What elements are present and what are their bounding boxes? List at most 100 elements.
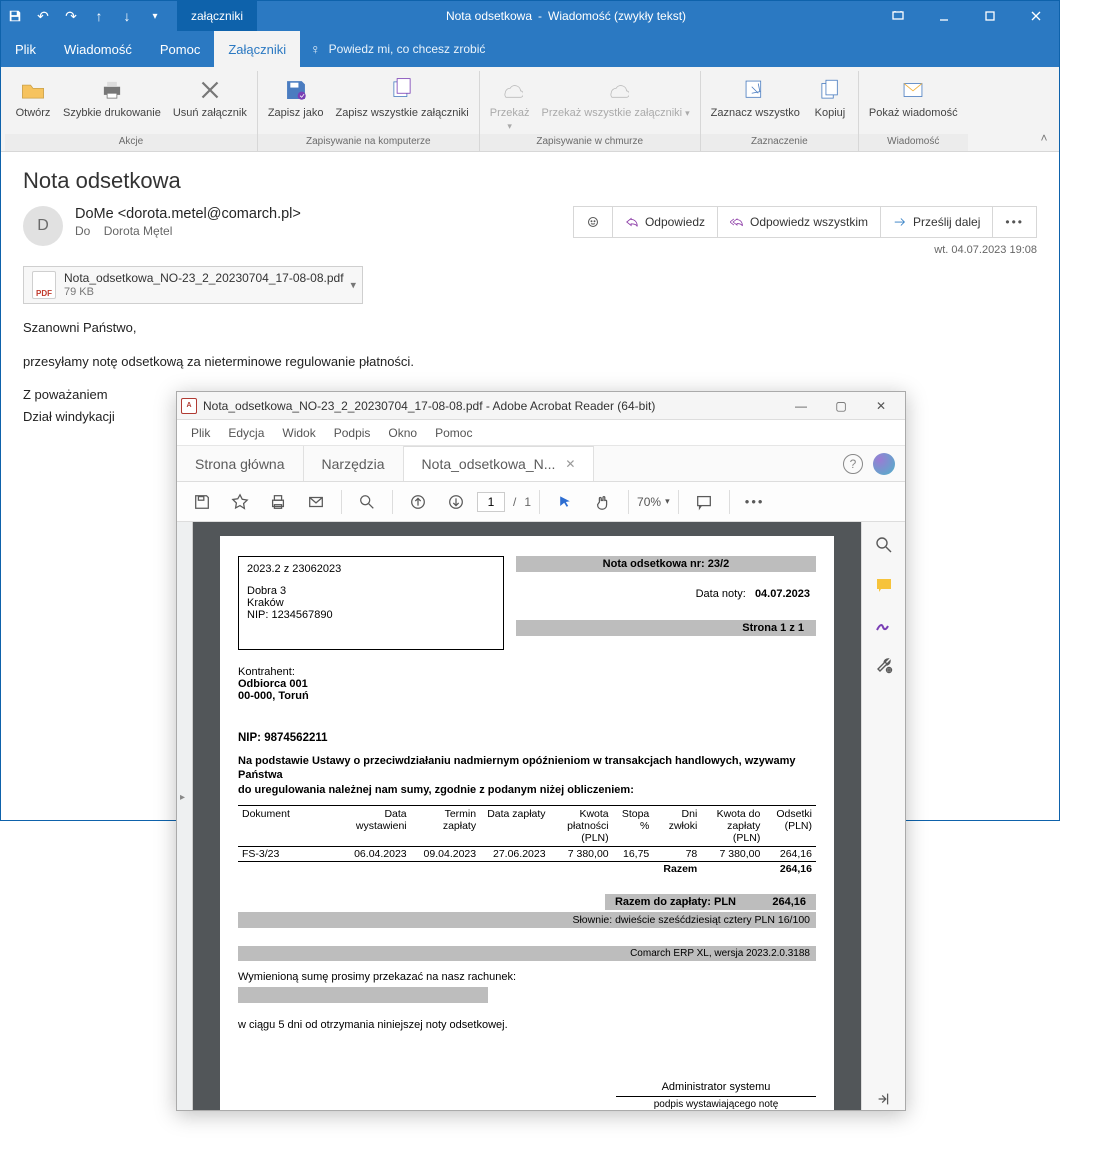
attachment-dropdown[interactable]: ▾ [350, 279, 356, 292]
acrobat-comment-panel-button[interactable] [873, 574, 895, 596]
acrobat-menu-podpis[interactable]: Podpis [326, 423, 379, 443]
qat-redo-button[interactable]: ↷ [57, 1, 85, 31]
ribbon-collapse-button[interactable]: ˄ [1035, 129, 1053, 147]
tab-wiadomosc[interactable]: Wiadomość [50, 31, 146, 67]
qat-up-button[interactable]: ↑ [85, 1, 113, 31]
pdf-title-bar: Nota odsetkowa nr: 23/2 [516, 556, 816, 572]
save-all-attachments-button[interactable]: Zapisz wszystkie załączniki [329, 73, 474, 122]
timestamp: wt. 04.07.2023 19:08 [573, 244, 1037, 256]
quick-print-button[interactable]: Szybkie drukowanie [57, 73, 167, 122]
acrobat-comment-button[interactable] [687, 488, 721, 516]
tell-me-search[interactable]: ♀ Powiedz mi, co chcesz zrobić [310, 31, 485, 67]
reply-all-button[interactable]: Odpowiedz wszystkim [718, 207, 881, 237]
forward-cloud-label: Przekaż [490, 107, 530, 119]
acrobat-tab-document[interactable]: Nota_odsetkowa_N... ✕ [404, 446, 595, 481]
body-greeting: Szanowni Państwo, [23, 318, 1037, 338]
sum-value: 264,16 [764, 861, 816, 876]
reply-arrow-icon [625, 216, 639, 228]
pdf-amount-words: Słownie: dwieście sześćdziesiąt cztery P… [238, 912, 816, 928]
acrobat-minimize-button[interactable]: — [781, 394, 821, 418]
acrobat-tab-home[interactable]: Strona główna [177, 446, 304, 481]
forward-button[interactable]: Prześlij dalej [881, 207, 993, 237]
attachment-chip[interactable]: PDF Nota_odsetkowa_NO-23_2_20230704_17-0… [23, 266, 363, 304]
copy-button[interactable]: Kopiuj [806, 73, 854, 122]
acrobat-zoomfind-button[interactable] [350, 488, 384, 516]
pdf-issuer-box: 2023.2 z 23062023 Dobra 3 Kraków NIP: 12… [238, 556, 504, 650]
qat-save-button[interactable] [1, 1, 29, 31]
show-message-button[interactable]: Pokaż wiadomość [863, 73, 964, 122]
acrobat-menu-pomoc[interactable]: Pomoc [427, 423, 480, 443]
lightbulb-icon: ♀ [310, 41, 321, 57]
reply-all-arrow-icon [730, 216, 744, 228]
acrobat-menu-plik[interactable]: Plik [183, 423, 218, 443]
save-all-icon [387, 75, 417, 105]
qat-down-button[interactable]: ↓ [113, 1, 141, 31]
acrobat-right-panel [861, 522, 905, 1110]
save-as-button[interactable]: Zapisz jako [262, 73, 330, 122]
acrobat-page-up-button[interactable] [401, 488, 435, 516]
pdf-issuer-nip: NIP: 1234567890 [247, 609, 495, 621]
attachment-text: Nota_odsetkowa_NO-23_2_20230704_17-08-08… [64, 271, 344, 299]
acrobat-doc-viewport[interactable]: 2023.2 z 23062023 Dobra 3 Kraków NIP: 12… [193, 522, 861, 1110]
close-button[interactable] [1013, 1, 1059, 31]
tab-zalaczniki[interactable]: Załączniki [214, 31, 300, 67]
tell-me-placeholder: Powiedz mi, co chcesz zrobić [329, 42, 486, 56]
tab-plik[interactable]: Plik [1, 31, 50, 67]
cell-stopa: 16,75 [613, 846, 654, 861]
acrobat-close-button[interactable]: ✕ [861, 394, 901, 418]
acrobat-star-button[interactable] [223, 488, 257, 516]
tab-pomoc[interactable]: Pomoc [146, 31, 214, 67]
cell-data-wyst: 06.04.2023 [341, 846, 410, 861]
qat-undo-button[interactable]: ↶ [29, 1, 57, 31]
acrobat-tab-tools[interactable]: Narzędzia [304, 446, 404, 481]
acrobat-maximize-button[interactable]: ▢ [821, 394, 861, 418]
window-title-left: Nota odsetkowa [446, 9, 532, 23]
acrobat-menu-okno[interactable]: Okno [380, 423, 425, 443]
acrobat-save-button[interactable] [185, 488, 219, 516]
acrobat-toolbar: / 1 70%▾ ••• [177, 482, 905, 522]
acrobat-fill-sign-button[interactable] [873, 614, 895, 636]
acrobat-select-tool[interactable] [548, 488, 582, 516]
acrobat-menu-widok[interactable]: Widok [274, 423, 323, 443]
ribbon-group-actions: Otwórz Szybkie drukowanie Usuń załącznik… [5, 71, 258, 151]
qat-customize-dropdown[interactable]: ▾ [141, 1, 169, 31]
pdf-items-table: Dokument Data wystawieni Termin zapłaty … [238, 805, 816, 876]
acrobat-account-icon[interactable] [873, 453, 895, 475]
pdf-app-version: Comarch ERP XL, wersja 2023.2.0.3188 [238, 946, 816, 961]
select-all-icon [740, 75, 770, 105]
reply-button[interactable]: Odpowiedz [613, 207, 718, 237]
acrobat-tab-close-button[interactable]: ✕ [565, 457, 575, 471]
acrobat-page-down-button[interactable] [439, 488, 473, 516]
cell-data-zap: 27.06.2023 [480, 846, 549, 861]
pdf-kontrahent-block: Kontrahent: Odbiorca 001 00-000, Toruń [238, 666, 816, 702]
more-actions-button[interactable]: ••• [993, 207, 1036, 237]
minimize-button[interactable] [921, 1, 967, 31]
acrobat-hand-tool[interactable] [586, 488, 620, 516]
table-sum-row: Razem 264,16 [238, 861, 816, 876]
maximize-button[interactable] [967, 1, 1013, 31]
ribbon-display-options-button[interactable] [875, 1, 921, 31]
to-label: Do [75, 224, 90, 238]
acrobat-print-button[interactable] [261, 488, 295, 516]
acrobat-more-tools-button[interactable]: ••• [738, 488, 772, 516]
remove-attachment-button[interactable]: Usuń załącznik [167, 73, 253, 122]
acrobat-zoom-dropdown[interactable]: 70%▾ [637, 495, 670, 509]
acrobat-more-tools-panel-button[interactable] [873, 654, 895, 676]
pdf-kontrahent-city: 00-000, Toruń [238, 690, 816, 702]
pdf-legal-text: Na podstawie Ustawy o przeciwdziałaniu n… [238, 754, 816, 797]
select-all-button[interactable]: Zaznacz wszystko [705, 73, 806, 122]
window-title-right: Wiadomość (zwykły tekst) [548, 9, 686, 23]
emoji-reaction-button[interactable] [574, 207, 613, 237]
acrobat-left-panel-toggle[interactable]: ▸ [177, 522, 193, 1110]
pdf-app-icon: A [181, 398, 197, 414]
open-button[interactable]: Otwórz [9, 73, 57, 122]
contextual-tab-label: załączniki [177, 1, 257, 31]
acrobat-help-button[interactable]: ? [843, 454, 863, 474]
acrobat-menu-edycja[interactable]: Edycja [220, 423, 272, 443]
col-kwota-doz: Kwota do zapłaty (PLN) [701, 805, 764, 846]
acrobat-email-button[interactable] [299, 488, 333, 516]
acrobat-collapse-right-panel[interactable] [873, 1088, 895, 1110]
save-as-label: Zapisz jako [268, 107, 324, 120]
acrobat-search-panel-button[interactable] [873, 534, 895, 556]
acrobat-page-input[interactable] [477, 492, 505, 512]
